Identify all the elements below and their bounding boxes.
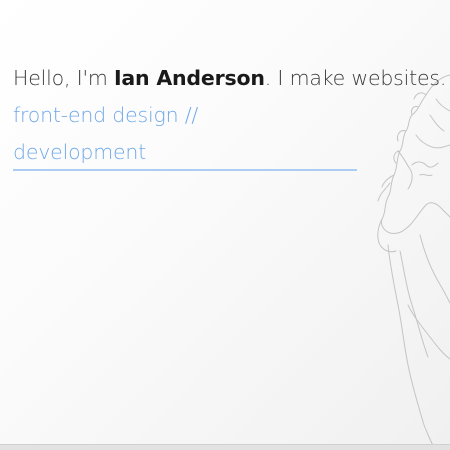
portrait-sketch-icon xyxy=(377,74,450,450)
bottom-edge xyxy=(0,444,450,450)
tagline-underline xyxy=(13,169,357,171)
author-name: Ian Anderson xyxy=(113,66,265,90)
tagline: front-end design // development xyxy=(13,97,358,171)
intro-suffix: . I make websites. xyxy=(264,66,447,90)
intro-heading: Hello, I'm Ian Anderson. I make websites… xyxy=(13,60,446,96)
intro-prefix: Hello, I'm xyxy=(13,66,114,90)
page: Hello, I'm Ian Anderson. I make websites… xyxy=(0,0,450,450)
tagline-line-1: front-end design // xyxy=(13,103,199,127)
tagline-line-2: development xyxy=(13,140,147,164)
